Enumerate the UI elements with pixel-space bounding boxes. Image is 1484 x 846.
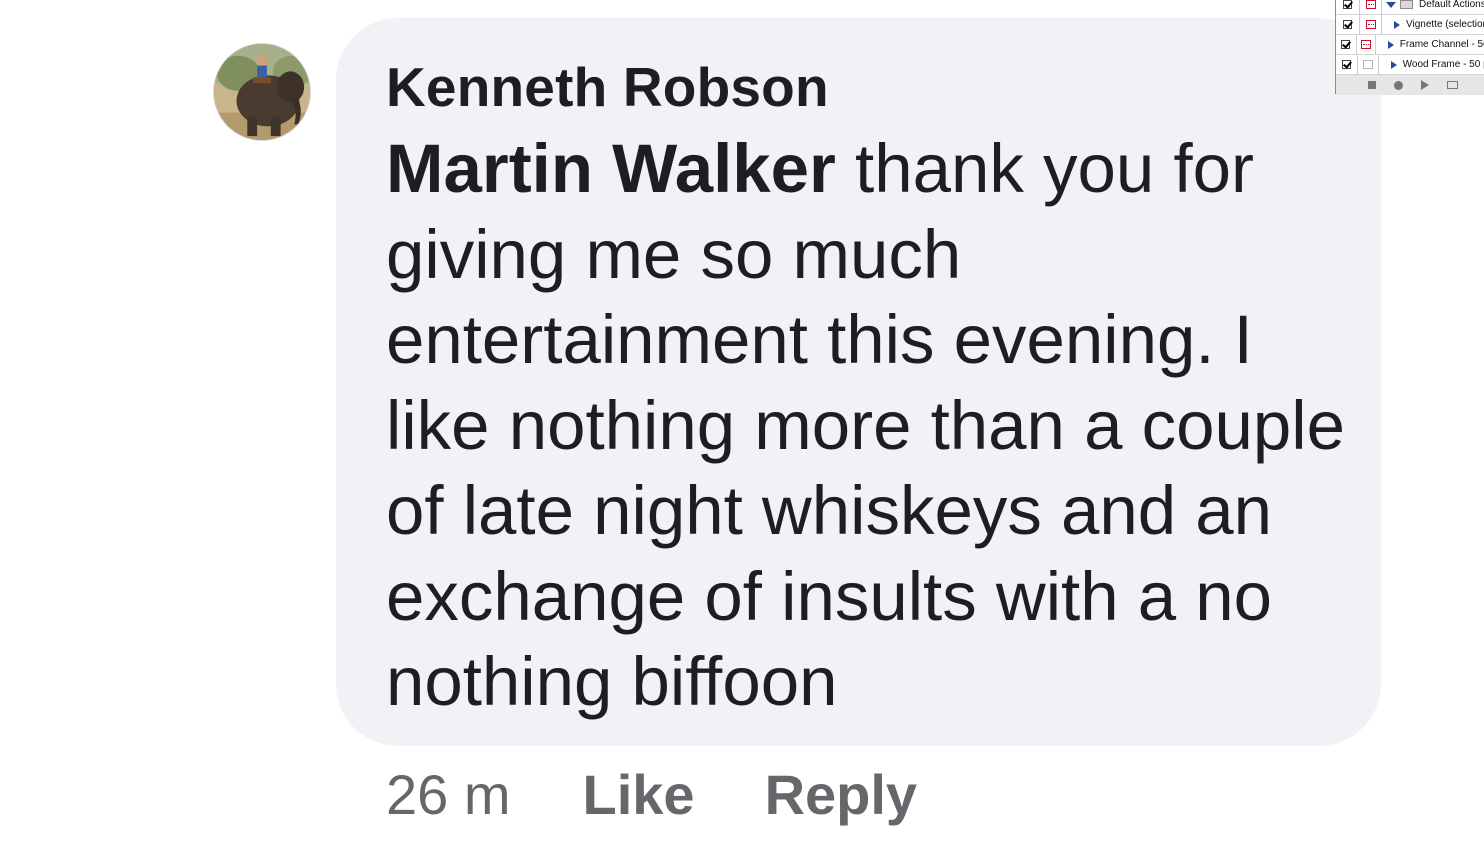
checkmark-icon bbox=[1343, 0, 1352, 9]
actions-toolbar bbox=[1336, 75, 1484, 95]
dialog-icon bbox=[1365, 20, 1376, 29]
action-row[interactable]: Frame Channel - 50 pixel bbox=[1336, 34, 1484, 55]
action-row[interactable]: Wood Frame - 50 pixel bbox=[1336, 54, 1484, 75]
play-icon[interactable] bbox=[1421, 80, 1429, 90]
actions-panel: Default Actions Vignette (selection) Fra… bbox=[1335, 0, 1484, 95]
toggle-checkbox[interactable] bbox=[1336, 14, 1360, 35]
dialog-icon bbox=[1365, 0, 1376, 9]
checkmark-icon bbox=[1342, 60, 1352, 69]
comment-actions: 26 m Like Reply bbox=[386, 758, 987, 830]
folder-icon bbox=[1400, 0, 1413, 9]
toggle-checkbox[interactable] bbox=[1336, 34, 1357, 55]
dialog-icon bbox=[1360, 40, 1371, 49]
expand-triangle-icon[interactable] bbox=[1386, 1, 1396, 8]
comment-text: thank you for giving me so much entertai… bbox=[386, 130, 1345, 720]
dialog-icon bbox=[1362, 60, 1373, 69]
profile-photo-icon bbox=[214, 44, 310, 140]
like-button[interactable]: Like bbox=[583, 762, 695, 827]
checkmark-icon bbox=[1343, 20, 1352, 29]
action-set-row[interactable]: Default Actions bbox=[1336, 0, 1484, 15]
record-icon[interactable] bbox=[1394, 80, 1403, 90]
action-set-label: Default Actions bbox=[1419, 0, 1484, 10]
action-label: Wood Frame - 50 pixel bbox=[1402, 59, 1484, 70]
toggle-checkbox[interactable] bbox=[1336, 54, 1359, 75]
stop-icon[interactable] bbox=[1368, 81, 1376, 89]
comment-author-name[interactable]: Kenneth Robson bbox=[386, 54, 829, 120]
comment-body: Martin Walker thank you for giving me so… bbox=[386, 126, 1346, 725]
action-label: Vignette (selection) bbox=[1406, 19, 1484, 30]
comment-view: Kenneth Robson Martin Walker thank you f… bbox=[0, 0, 1484, 846]
checkmark-icon bbox=[1341, 40, 1351, 49]
avatar[interactable] bbox=[213, 43, 311, 141]
collapse-triangle-icon[interactable] bbox=[1394, 20, 1400, 29]
dialog-toggle[interactable] bbox=[1357, 34, 1376, 55]
dialog-toggle[interactable] bbox=[1360, 14, 1382, 35]
new-set-icon[interactable] bbox=[1447, 81, 1458, 89]
action-row[interactable]: Vignette (selection) bbox=[1336, 14, 1484, 35]
collapse-triangle-icon[interactable] bbox=[1387, 40, 1394, 49]
action-label: Frame Channel - 50 pixel bbox=[1399, 39, 1484, 50]
collapse-triangle-icon[interactable] bbox=[1390, 60, 1397, 69]
comment-timestamp[interactable]: 26 m bbox=[386, 762, 511, 827]
reply-button[interactable]: Reply bbox=[765, 762, 918, 827]
dialog-toggle[interactable] bbox=[1360, 0, 1382, 15]
toggle-checkbox[interactable] bbox=[1336, 0, 1360, 15]
mention-tag[interactable]: Martin Walker bbox=[386, 130, 836, 207]
dialog-toggle[interactable] bbox=[1358, 54, 1379, 75]
